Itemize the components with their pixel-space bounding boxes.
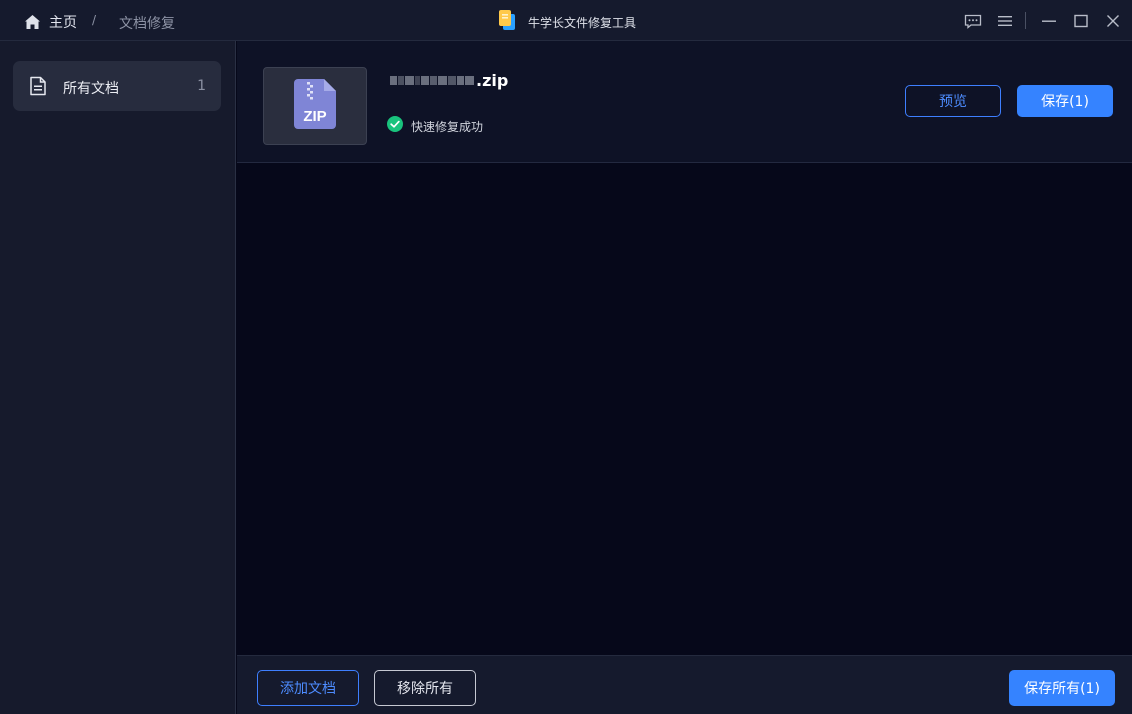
breadcrumb-separator: / — [92, 13, 97, 27]
sidebar-item-label: 所有文档 — [63, 81, 119, 97]
sidebar-item-all-documents[interactable]: 所有文档 1 — [13, 61, 221, 111]
file-name-extension: .zip — [476, 71, 509, 90]
file-name-redacted — [390, 76, 474, 85]
titlebar-divider — [1025, 12, 1026, 29]
home-icon — [24, 14, 41, 30]
main-panel: ZIP .zip 快速修复成功 预览 保存(1) — [237, 41, 1132, 655]
file-row: ZIP .zip 快速修复成功 预览 保存(1) — [237, 41, 1132, 163]
remove-all-button[interactable]: 移除所有 — [374, 670, 476, 706]
menu-icon[interactable] — [996, 13, 1014, 29]
sidebar: 所有文档 1 — [0, 41, 236, 714]
sidebar-item-count: 1 — [197, 78, 206, 94]
breadcrumb-home[interactable]: 主页 — [24, 12, 77, 32]
footer-bar: 添加文档 移除所有 保存所有(1) — [237, 655, 1132, 714]
maximize-icon[interactable] — [1072, 13, 1090, 29]
file-name: .zip — [390, 71, 508, 90]
repair-status: 快速修复成功 — [387, 116, 483, 136]
minimize-icon[interactable] — [1040, 13, 1058, 29]
breadcrumb-home-label: 主页 — [49, 15, 77, 31]
save-button[interactable]: 保存(1) — [1017, 85, 1113, 117]
zip-file-icon: ZIP — [294, 79, 336, 133]
add-document-button[interactable]: 添加文档 — [257, 670, 359, 706]
document-icon — [29, 76, 47, 100]
app-title: 牛学长文件修复工具 — [498, 9, 636, 35]
app-logo-icon — [498, 9, 516, 35]
breadcrumb-current: 文档修复 — [119, 16, 175, 32]
repair-status-text: 快速修复成功 — [411, 119, 484, 134]
zip-thumb-label: ZIP — [303, 108, 326, 125]
feedback-icon[interactable] — [964, 13, 982, 29]
file-thumbnail: ZIP — [263, 67, 367, 145]
save-all-button[interactable]: 保存所有(1) — [1009, 670, 1115, 706]
success-check-icon — [387, 116, 403, 136]
title-bar: 主页 / 文档修复 牛学长文件修复工具 — [0, 0, 1132, 41]
close-icon[interactable] — [1104, 13, 1122, 29]
preview-button[interactable]: 预览 — [905, 85, 1001, 117]
app-title-text: 牛学长文件修复工具 — [528, 15, 637, 30]
